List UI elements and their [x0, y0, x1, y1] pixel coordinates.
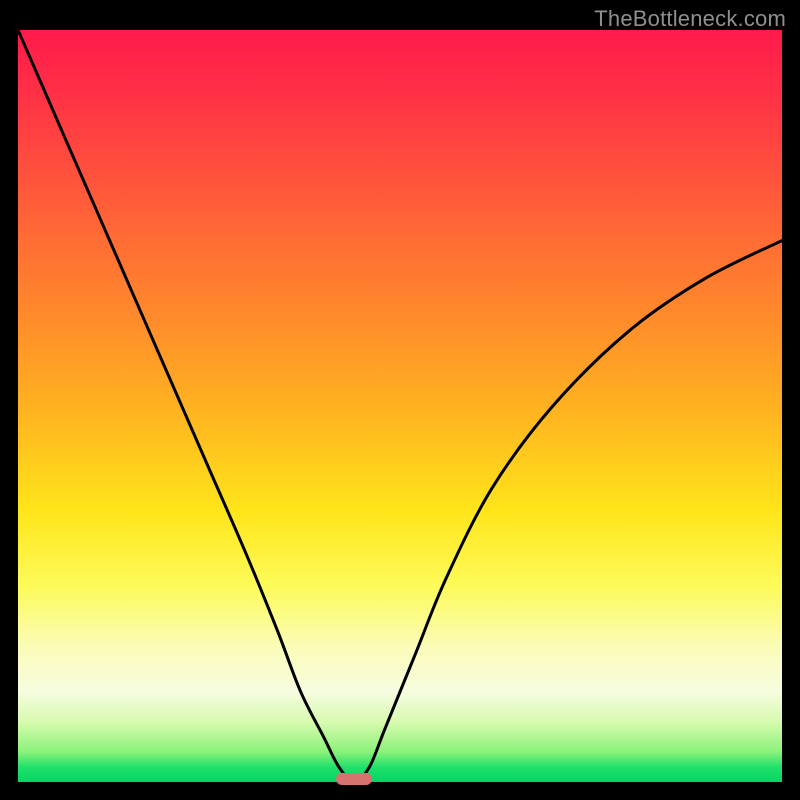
curve-layer [18, 30, 782, 782]
minimum-marker [336, 773, 372, 785]
bottleneck-curve [18, 30, 782, 782]
chart-frame: TheBottleneck.com [0, 0, 800, 800]
plot-area [18, 30, 782, 782]
watermark-text: TheBottleneck.com [594, 6, 786, 32]
